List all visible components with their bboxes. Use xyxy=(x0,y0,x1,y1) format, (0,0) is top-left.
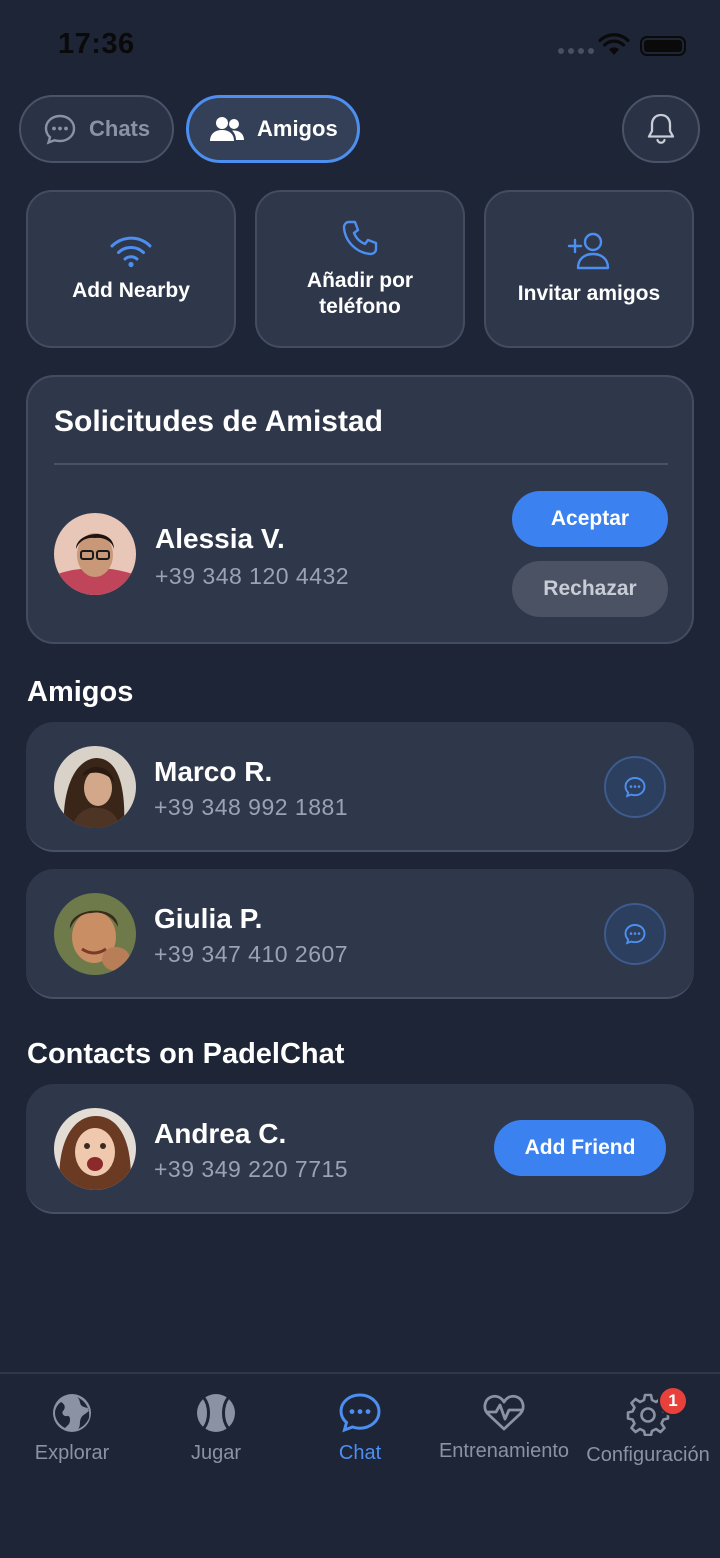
avatar xyxy=(54,513,136,595)
phone-icon xyxy=(342,220,378,256)
wifi-status-icon xyxy=(598,33,630,55)
friend-requests-card: Solicitudes de Amistad Alessia V. +39 34… xyxy=(26,375,694,644)
friend-row[interactable]: Marco R. +39 348 992 1881 xyxy=(26,722,694,852)
bell-icon xyxy=(647,113,675,144)
friend-name: Marco R. xyxy=(154,756,273,787)
accept-button[interactable]: Aceptar xyxy=(512,491,668,547)
contact-row: Andrea C. +39 349 220 7715 Add Friend xyxy=(26,1084,694,1214)
status-time: 17:36 xyxy=(58,28,135,60)
contact-name: Andrea C. xyxy=(154,1118,287,1149)
heart-pulse-icon xyxy=(483,1394,525,1431)
avatar xyxy=(54,1108,136,1190)
wifi-icon xyxy=(110,236,152,268)
invite-friends-button[interactable]: Invitar amigos xyxy=(484,190,694,348)
signal-icon xyxy=(558,48,594,54)
tab-chat-label: Chat xyxy=(338,1442,382,1464)
add-nearby-button[interactable]: Add Nearby xyxy=(26,190,236,348)
friend-requests-title: Solicitudes de Amistad xyxy=(54,405,383,438)
add-by-phone-button[interactable]: Añadir por teléfono xyxy=(255,190,465,348)
contact-phone: +39 349 220 7715 xyxy=(154,1156,349,1182)
add-nearby-label: Add Nearby xyxy=(72,279,190,302)
tab-jugar-label: Jugar xyxy=(190,1442,242,1464)
divider xyxy=(54,463,668,465)
message-button[interactable] xyxy=(604,756,666,818)
tab-amigos[interactable]: Amigos xyxy=(186,95,360,163)
friend-phone: +39 347 410 2607 xyxy=(154,941,349,967)
tab-amigos-label: Amigos xyxy=(257,116,338,141)
friends-icon xyxy=(210,117,244,141)
chat-bubble-icon xyxy=(624,777,646,798)
message-button[interactable] xyxy=(604,903,666,965)
tab-configuracion[interactable]: 1 Configuración xyxy=(576,1386,720,1467)
tab-chats-label: Chats xyxy=(89,116,151,141)
tab-chat[interactable]: Chat xyxy=(288,1392,432,1465)
notifications-button[interactable] xyxy=(622,95,700,163)
invite-friends-label: Invitar amigos xyxy=(517,282,661,305)
tab-entrenamiento-label: Entrenamiento xyxy=(438,1440,570,1462)
add-user-icon xyxy=(567,232,610,270)
battery-icon xyxy=(640,36,686,56)
tab-entrenamiento[interactable]: Entrenamiento xyxy=(432,1392,576,1463)
tab-configuracion-label: Configuración xyxy=(586,1444,710,1466)
globe-icon xyxy=(53,1394,91,1432)
chat-bubble-icon xyxy=(339,1393,381,1433)
friend-name: Giulia P. xyxy=(154,903,263,934)
request-name: Alessia V. xyxy=(155,523,285,554)
notification-badge: 1 xyxy=(658,1386,688,1416)
reject-button[interactable]: Rechazar xyxy=(512,561,668,617)
tab-jugar[interactable]: Jugar xyxy=(144,1392,288,1465)
friend-phone: +39 348 992 1881 xyxy=(154,794,349,820)
bottom-tab-bar: Explorar Jugar Chat Entrenamiento 1 Conf… xyxy=(0,1372,720,1558)
tab-chats[interactable]: Chats xyxy=(19,95,174,163)
add-friend-button[interactable]: Add Friend xyxy=(494,1120,666,1176)
status-bar: 17:36 xyxy=(0,0,720,90)
tab-explorar-label: Explorar xyxy=(34,1442,110,1464)
add-by-phone-label: Añadir por teléfono xyxy=(306,269,414,318)
friends-section-title: Amigos xyxy=(27,676,134,708)
friend-row[interactable]: Giulia P. +39 347 410 2607 xyxy=(26,869,694,999)
chat-bubble-icon xyxy=(624,924,646,945)
contacts-section-title: Contacts on PadelChat xyxy=(27,1038,345,1070)
tennis-ball-icon xyxy=(197,1394,235,1432)
chat-bubble-icon xyxy=(44,114,76,145)
avatar xyxy=(54,893,136,975)
request-phone: +39 348 120 4432 xyxy=(155,563,350,589)
tab-explorar[interactable]: Explorar xyxy=(0,1392,144,1465)
avatar xyxy=(54,746,136,828)
